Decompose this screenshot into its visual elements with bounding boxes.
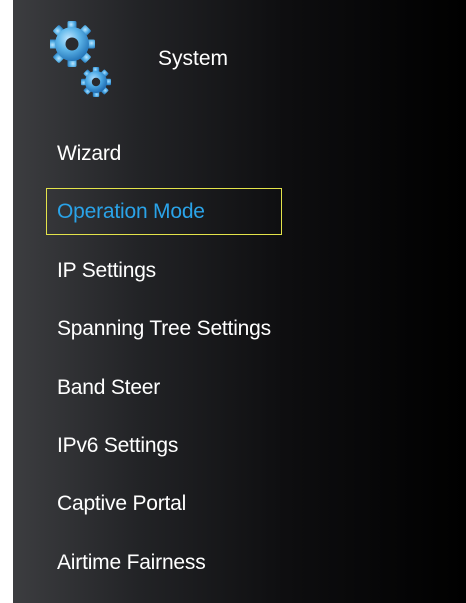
menu-item-label: Wizard [57,142,122,165]
menu-item-label: Spanning Tree Settings [57,317,271,341]
menu-item-label: IPv6 Settings [57,433,179,457]
system-section-header[interactable]: System [49,20,310,100]
menu-item-label: IP Settings [57,258,156,282]
gears-icon [49,20,118,100]
menu-item-label: Operation Mode [57,200,205,224]
sidebar-menu: System Wizard Operation Mode IP Settings… [13,0,466,603]
menu-item-label: Captive Portal [57,492,187,516]
section-title: System [158,47,229,70]
menu-item-label: Band Steer [57,375,161,399]
menu-item-label: Airtime Fairness [57,550,206,574]
